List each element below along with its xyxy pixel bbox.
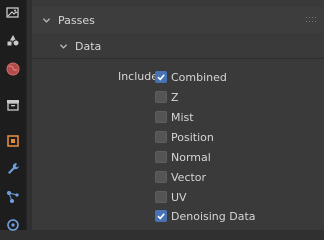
output-icon (6, 7, 19, 18)
world-icon (6, 62, 20, 76)
pass-mist[interactable]: Mist (155, 109, 194, 125)
world-tab[interactable] (2, 58, 24, 80)
checkbox[interactable] (155, 131, 167, 143)
checkbox[interactable] (155, 210, 167, 222)
pass-normal[interactable]: Normal (155, 149, 211, 165)
particles-tab[interactable] (2, 186, 24, 208)
pass-label: UV (171, 190, 187, 204)
subpanel-divider (32, 58, 324, 59)
pass-position[interactable]: Position (155, 129, 214, 145)
view-layer-icon (6, 35, 20, 47)
physics-tab[interactable] (2, 212, 24, 234)
pass-label: Mist (171, 110, 194, 124)
modifiers-tab[interactable] (2, 158, 24, 180)
include-label: Include (117, 70, 158, 83)
properties-tab-bar (0, 0, 26, 231)
wrench-icon (8, 163, 19, 174)
properties-editor: Passes Data Include Combined Z Mist Posi… (27, 0, 324, 230)
pass-z[interactable]: Z (155, 89, 179, 105)
pass-label: Normal (171, 150, 211, 164)
output-tab[interactable] (2, 2, 24, 24)
pass-uv[interactable]: UV (155, 189, 187, 205)
pass-label: Z (171, 90, 179, 104)
particles-icon (7, 191, 19, 203)
object-icon (7, 135, 19, 147)
checkbox[interactable] (155, 171, 167, 183)
drag-handle-icon[interactable] (306, 17, 316, 23)
pass-vector[interactable]: Vector (155, 169, 206, 185)
physics-icon (7, 219, 19, 231)
passes-panel: Passes Data Include Combined Z Mist Posi… (32, 0, 324, 230)
data-subpanel-header[interactable]: Data (32, 34, 324, 58)
view-layer-tab[interactable] (2, 29, 24, 51)
checkbox[interactable] (155, 151, 167, 163)
panel-title: Passes (58, 13, 95, 27)
object-tab[interactable] (2, 130, 24, 152)
pass-label: Combined (171, 70, 227, 84)
checkbox[interactable] (155, 91, 167, 103)
checkmark-icon (157, 74, 165, 81)
checkmark-icon (157, 213, 165, 220)
collection-tab[interactable] (2, 94, 24, 116)
checkbox[interactable] (155, 71, 167, 83)
pass-label: Position (171, 130, 214, 144)
pass-denoising-data[interactable]: Denoising Data (155, 208, 256, 224)
chevron-down-icon (41, 15, 51, 25)
checkbox[interactable] (155, 111, 167, 123)
subpanel-title: Data (75, 39, 102, 53)
pass-label: Vector (171, 170, 207, 184)
pass-combined[interactable]: Combined (155, 69, 227, 85)
passes-panel-header[interactable]: Passes (32, 7, 324, 33)
pass-label: Denoising Data (171, 209, 256, 223)
chevron-down-icon (58, 41, 68, 51)
collection-icon (7, 100, 19, 111)
checkbox[interactable] (155, 191, 167, 203)
